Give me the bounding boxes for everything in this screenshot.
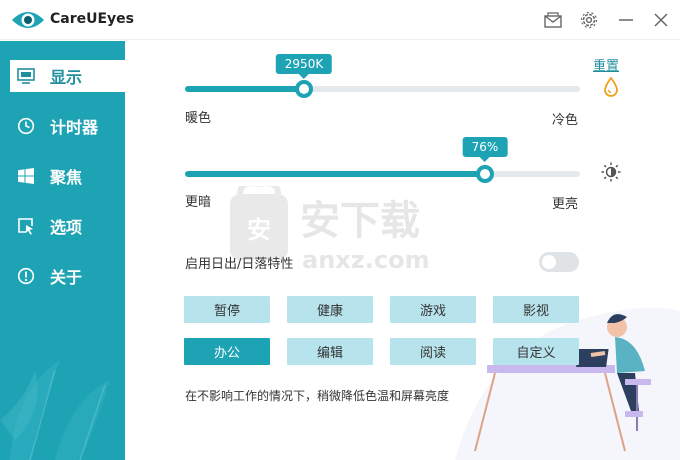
minimize-icon [619,19,633,21]
preset-office-button[interactable]: 办公 [184,338,270,365]
color-temp-value-tooltip: 2950K [275,54,333,79]
minimize-button[interactable] [613,7,639,33]
sidebar-item-label: 计时器 [50,118,99,137]
mail-icon [544,12,562,28]
brightness-slider-thumb[interactable] [476,165,494,183]
gear-icon [580,11,598,29]
sidebar-item-display[interactable]: 显示 [10,60,125,92]
brightness-slider-fill [185,171,485,177]
sidebar-item-focus[interactable]: 聚焦 [10,160,125,192]
close-button[interactable] [648,7,674,33]
preset-movie-button[interactable]: 影视 [493,296,579,323]
color-temp-slider-fill [185,86,304,92]
sun-toggle-label: 启用日出/日落特性 [185,257,294,272]
brightness-slider[interactable] [185,165,580,183]
sidebar-item-label: 聚焦 [50,168,83,187]
svg-text:安下载: 安下载 [300,198,420,244]
warm-label: 暖色 [185,111,212,126]
svg-text:anxz.com: anxz.com [302,246,430,274]
brighter-label: 更亮 [552,197,579,212]
monitor-icon [16,66,36,86]
close-icon [654,13,668,27]
app-title: CareUEyes [50,11,135,27]
settings-button[interactable] [576,7,602,33]
color-temp-slider[interactable] [185,80,580,98]
preset-health-button[interactable]: 健康 [287,296,373,323]
clock-icon [16,116,36,136]
color-temp-slider-thumb[interactable] [295,80,313,98]
windows-icon [16,166,36,186]
brightness-value-tooltip: 76% [462,137,508,162]
pointer-icon [16,216,36,236]
drop-icon [604,77,618,97]
sidebar-item-timer[interactable]: 计时器 [10,110,125,142]
display-panel: 安 安下载 anxz.com 2950K 暖色 冷色 重置 76% 更暗 更亮 … [125,41,680,460]
reset-link[interactable]: 重置 [593,55,619,74]
preset-game-button[interactable]: 游戏 [390,296,476,323]
preset-custom-button[interactable]: 自定义 [493,338,579,365]
leaf-decoration [0,360,110,460]
info-icon [16,266,36,286]
preset-description: 在不影响工作的情况下，稍微降低色温和屏幕亮度 [185,389,450,403]
sidebar-item-about[interactable]: 关于 [10,260,125,292]
cool-label: 冷色 [552,113,579,128]
sidebar-item-label: 显示 [50,68,83,87]
preset-edit-button[interactable]: 编辑 [287,338,373,365]
darker-label: 更暗 [185,195,212,210]
svg-text:安: 安 [247,216,271,244]
title-bar: CareUEyes [0,0,680,40]
eye-logo-icon [12,12,44,28]
brightness-icon [601,162,621,182]
sidebar-item-label: 关于 [50,268,83,287]
preset-pause-button[interactable]: 暂停 [184,296,270,323]
mail-button[interactable] [540,7,566,33]
sidebar-item-label: 选项 [50,218,83,237]
preset-reading-button[interactable]: 阅读 [390,338,476,365]
sidebar-item-options[interactable]: 选项 [10,210,125,242]
sidebar: 显示 计时器 聚焦 选项 关于 [0,41,125,460]
